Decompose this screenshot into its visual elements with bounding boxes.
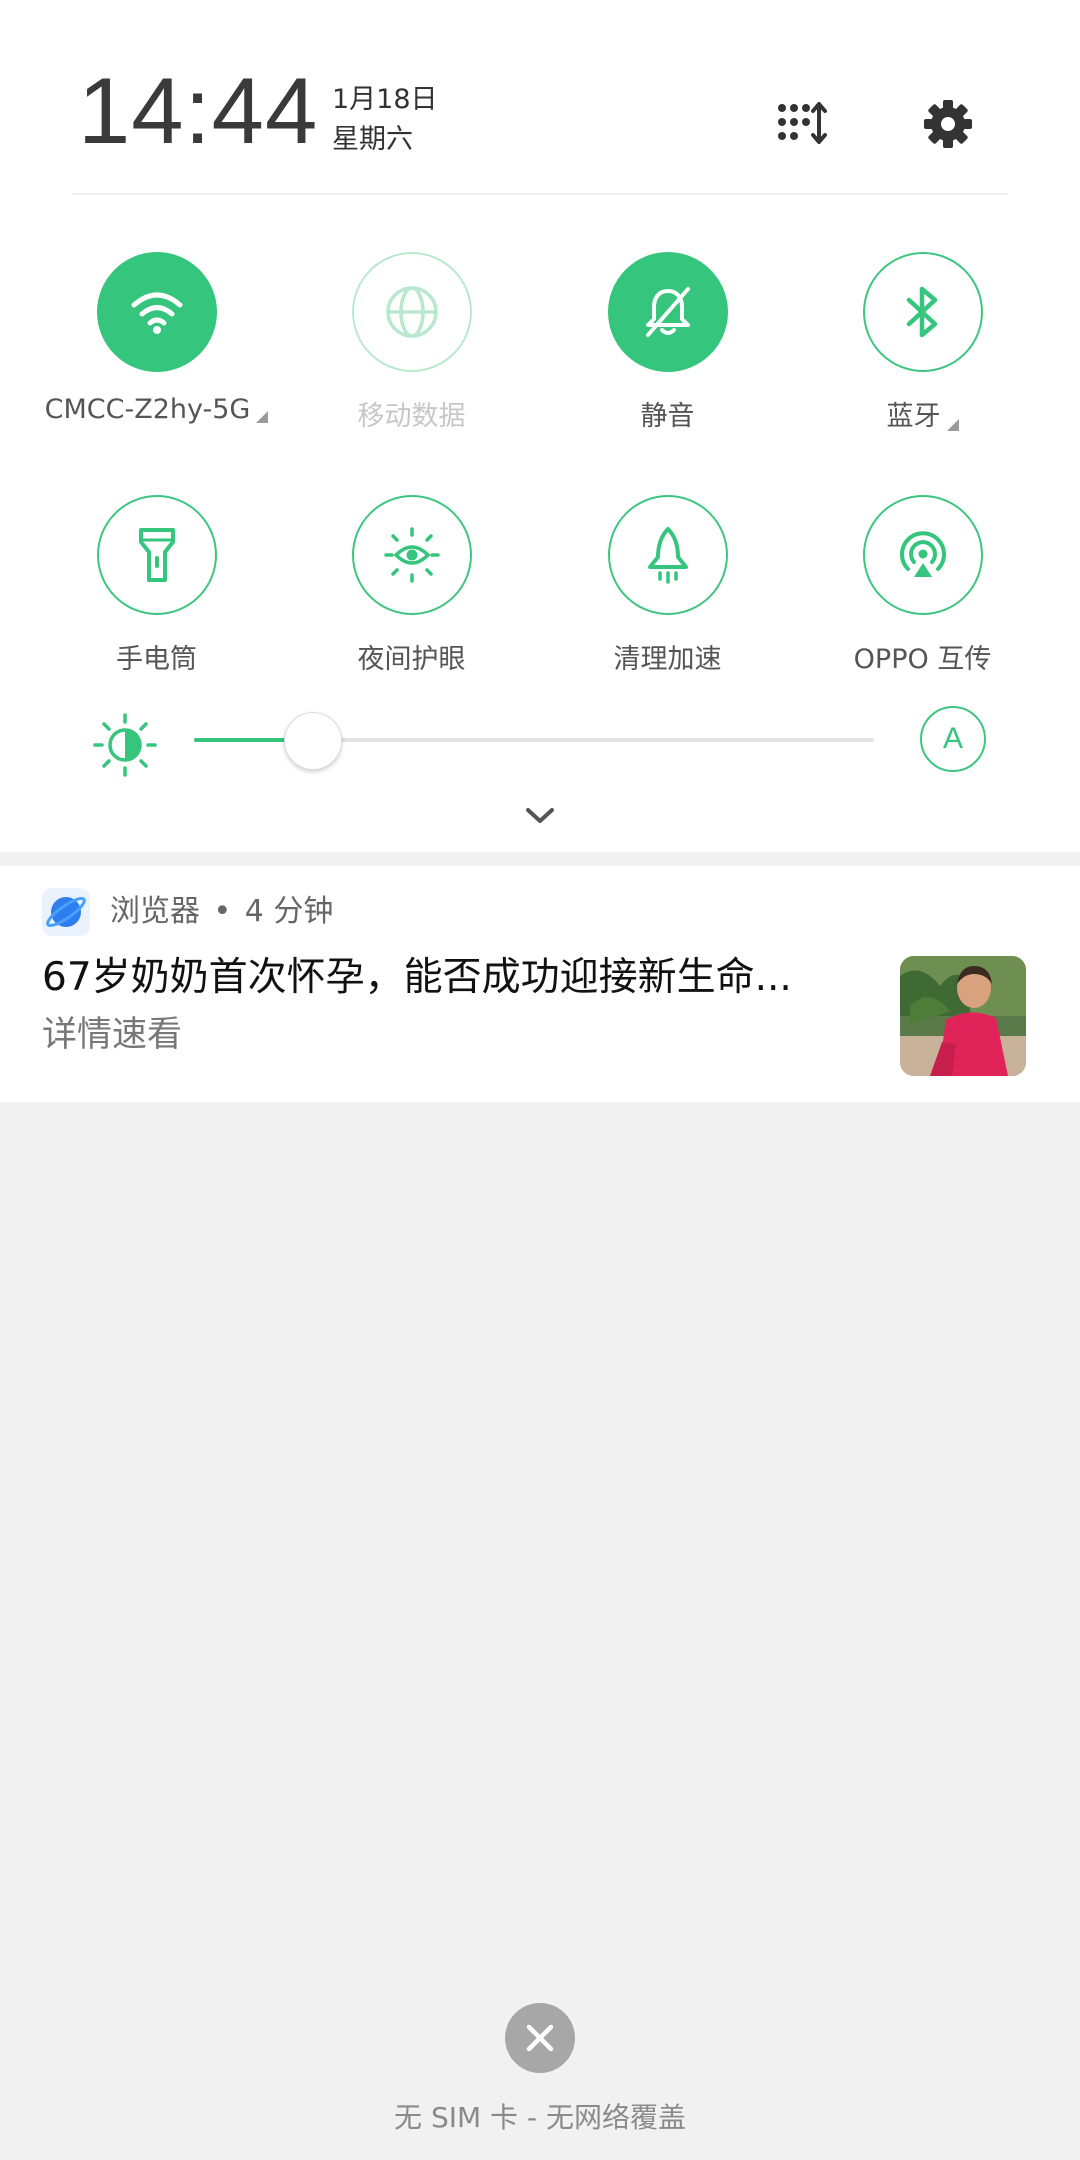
- tile-night-mode-label: 夜间护眼: [357, 644, 466, 675]
- auto-brightness-button[interactable]: A: [920, 706, 986, 772]
- eye-sun-icon: [384, 527, 440, 583]
- flashlight-icon: [139, 528, 175, 582]
- tile-flashlight[interactable]: 手电筒: [29, 495, 284, 695]
- quick-settings-panel: 14:44 1月18日 星期六 CMCC-Z2hy-5G 移动数据 静音 蓝牙 …: [0, 0, 1080, 852]
- tile-mobile-data[interactable]: 移动数据: [284, 252, 539, 452]
- date-text: 1月18日: [332, 84, 438, 115]
- tile-oppo-share-toggle[interactable]: [863, 495, 983, 615]
- tile-mobile-data-label: 移动数据: [357, 401, 466, 432]
- tile-mobile-data-toggle[interactable]: [352, 252, 472, 372]
- share-signal-icon: [900, 531, 946, 577]
- date-block: 1月18日 星期六: [332, 80, 438, 160]
- notification-separator: •: [213, 894, 232, 929]
- tile-silent[interactable]: 静音: [540, 252, 795, 452]
- notification-time: 4 分钟: [244, 894, 334, 929]
- bell-off-icon: [646, 287, 690, 337]
- globe-icon: [386, 286, 438, 338]
- settings-button[interactable]: [918, 94, 978, 154]
- tile-oppo-share-label: OPPO 互传: [853, 644, 992, 675]
- close-icon: [526, 2024, 554, 2052]
- clock: 14:44: [78, 58, 319, 163]
- expand-indicator-icon: [256, 411, 269, 423]
- notification-body: 详情速看: [42, 1015, 183, 1055]
- tile-night-mode-toggle[interactable]: [352, 495, 472, 615]
- wifi-icon: [131, 292, 183, 334]
- bluetooth-icon: [906, 286, 938, 338]
- tile-flashlight-toggle[interactable]: [97, 495, 217, 615]
- notification-title: 67岁奶奶首次怀孕，能否成功迎接新生命...: [42, 955, 792, 1000]
- tile-flashlight-label: 手电筒: [116, 644, 197, 675]
- brightness-icon: [92, 712, 158, 778]
- notification-app-name: 浏览器: [110, 894, 200, 929]
- gear-icon: [924, 100, 972, 148]
- tile-wifi-toggle[interactable]: [97, 252, 217, 372]
- browser-app-icon: [42, 888, 90, 936]
- tile-night-mode[interactable]: 夜间护眼: [284, 495, 539, 695]
- edit-tiles-button[interactable]: [772, 94, 832, 154]
- tile-bluetooth-toggle[interactable]: [863, 252, 983, 372]
- tile-cleanup-toggle[interactable]: [608, 495, 728, 615]
- header-divider: [72, 193, 1008, 195]
- chevron-down-icon: [526, 808, 554, 823]
- tile-wifi-label: CMCC-Z2hy-5G: [29, 394, 284, 425]
- brightness-slider-thumb[interactable]: [283, 712, 342, 770]
- notification-card[interactable]: 浏览器 • 4 分钟 67岁奶奶首次怀孕，能否成功迎接新生命... 详情速看: [0, 866, 1080, 1102]
- expand-panel-button[interactable]: [516, 800, 564, 832]
- rocket-icon: [648, 527, 688, 584]
- tile-cleanup[interactable]: 清理加速: [540, 495, 795, 695]
- notification-thumbnail: [900, 956, 1026, 1076]
- tile-bluetooth[interactable]: 蓝牙: [795, 252, 1050, 452]
- tile-wifi[interactable]: CMCC-Z2hy-5G: [29, 252, 284, 452]
- notification-meta: 浏览器 • 4 分钟: [110, 888, 333, 936]
- tile-bluetooth-label: 蓝牙: [795, 394, 1050, 433]
- expand-indicator-icon: [946, 419, 959, 431]
- tile-silent-label: 静音: [640, 401, 695, 432]
- tile-cleanup-label: 清理加速: [613, 644, 722, 675]
- tile-silent-toggle[interactable]: [608, 252, 728, 372]
- grid-sort-icon: [778, 102, 827, 144]
- weekday-text: 星期六: [332, 124, 413, 155]
- network-status-text: 无 SIM 卡 - 无网络覆盖: [394, 2101, 686, 2134]
- tile-oppo-share[interactable]: OPPO 互传: [795, 495, 1050, 695]
- clear-all-button[interactable]: [505, 2003, 575, 2073]
